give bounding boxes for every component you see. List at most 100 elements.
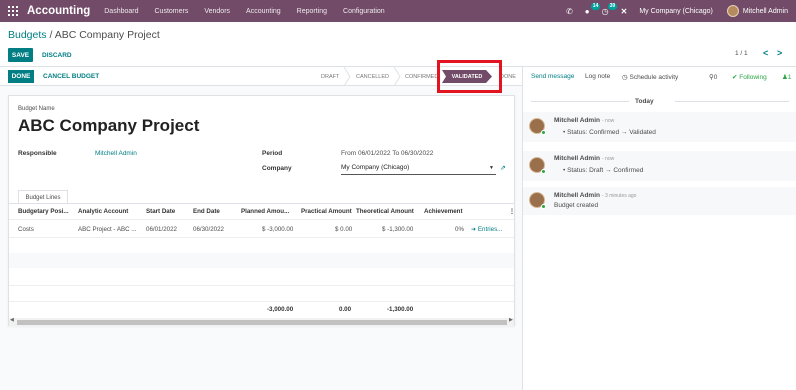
- tab-budget-lines[interactable]: Budget Lines: [18, 190, 68, 204]
- company-switcher[interactable]: My Company (Chicago): [639, 8, 713, 15]
- cell-end-date[interactable]: 06/30/2022: [193, 226, 224, 233]
- following-button[interactable]: ✔ Following: [732, 73, 767, 81]
- followers-count: 1: [787, 74, 792, 81]
- top-navbar: Accounting Dashboard Customers Vendors A…: [0, 0, 796, 22]
- apps-icon[interactable]: [8, 6, 18, 16]
- app-brand[interactable]: Accounting: [27, 5, 90, 17]
- message-item: Mitchell Admin - 3 minutes ago Budget cr…: [523, 187, 796, 215]
- message-item: Mitchell Admin - now • Status: Draft → C…: [523, 151, 796, 181]
- external-link-icon[interactable]: ⇗: [500, 164, 506, 172]
- cell-start-date[interactable]: 06/01/2022: [146, 226, 177, 233]
- col-header-start-date[interactable]: Start Date: [146, 208, 175, 215]
- column-options-icon[interactable]: ⋮: [509, 208, 515, 215]
- col-header-analytic-account[interactable]: Analytic Account: [78, 208, 128, 215]
- schedule-activity-label: Schedule activity: [629, 74, 679, 81]
- budget-name-label: Budget Name: [18, 106, 55, 112]
- online-status-icon: [541, 169, 546, 174]
- discard-button[interactable]: DISCARD: [42, 48, 72, 62]
- message-time: - 3 minutes ago: [602, 193, 637, 199]
- menu-customers[interactable]: Customers: [155, 8, 189, 15]
- control-panel: Budgets / ABC Company Project SAVE DISCA…: [0, 22, 796, 67]
- tab-divider: [9, 203, 514, 204]
- breadcrumb-budgets[interactable]: Budgets: [8, 29, 47, 41]
- breadcrumb: Budgets / ABC Company Project: [8, 29, 160, 41]
- message-author[interactable]: Mitchell Admin: [554, 192, 600, 199]
- user-menu[interactable]: Mitchell Admin: [743, 8, 788, 15]
- check-icon: ✔: [732, 74, 738, 81]
- pager-next-button[interactable]: >: [777, 48, 782, 58]
- message-text: Status: Confirmed → Validated: [567, 129, 656, 136]
- col-header-planned-amount[interactable]: Planned Amou...: [241, 208, 289, 215]
- scroll-right-icon[interactable]: ▶: [509, 317, 513, 323]
- message-item: Mitchell Admin - now • Status: Confirmed…: [523, 112, 796, 142]
- period-field[interactable]: From 06/01/2022 To 06/30/2022: [341, 150, 433, 157]
- log-note-button[interactable]: Log note: [585, 73, 610, 80]
- followers-button[interactable]: ♟1: [782, 73, 791, 81]
- total-planned: -3,000.00: [267, 306, 294, 313]
- total-practical: 0.00: [339, 306, 352, 313]
- cell-budgetary-position[interactable]: Costs: [18, 226, 34, 233]
- company-label: Company: [262, 165, 292, 172]
- budget-name-field[interactable]: ABC Company Project: [18, 116, 199, 136]
- stage-chevron-icon: [343, 67, 351, 86]
- cell-analytic-account[interactable]: ABC Project - ABC ...: [78, 226, 136, 233]
- menu-configuration[interactable]: Configuration: [343, 8, 385, 15]
- stage-done[interactable]: DONE: [500, 67, 516, 86]
- today-divider: [675, 101, 789, 102]
- message-body: • Status: Draft → Confirmed: [563, 167, 644, 174]
- cancel-budget-button[interactable]: CANCEL BUDGET: [43, 70, 99, 83]
- attachments-count: 0: [713, 74, 718, 81]
- message-text: Status: Draft → Confirmed: [567, 167, 644, 174]
- empty-row: [9, 253, 514, 268]
- col-header-achievement[interactable]: Achievement: [424, 208, 463, 215]
- pager-prev-button[interactable]: <: [763, 48, 768, 58]
- col-header-end-date[interactable]: End Date: [193, 208, 220, 215]
- total-theoretical: -1,300.00: [387, 306, 414, 313]
- form-sheet: Budget Name ABC Company Project Responsi…: [8, 95, 515, 326]
- online-status-icon: [541, 130, 546, 135]
- cell-theoretical-amount[interactable]: $ -1,300.00: [382, 226, 413, 233]
- menu-accounting[interactable]: Accounting: [246, 8, 281, 15]
- entries-button[interactable]: ➜ Entries...: [471, 226, 502, 233]
- menu-reporting[interactable]: Reporting: [297, 8, 327, 15]
- message-time: - now: [602, 156, 615, 162]
- tools-icon[interactable]: ✕: [621, 7, 628, 16]
- activity-badge: 39: [607, 2, 618, 10]
- arrow-circle-icon: ➜: [471, 226, 477, 233]
- save-button[interactable]: SAVE: [8, 48, 33, 62]
- menu-vendors[interactable]: Vendors: [204, 8, 230, 15]
- cell-practical-amount[interactable]: $ 0.00: [335, 226, 352, 233]
- responsible-field[interactable]: Mitchell Admin: [95, 150, 137, 157]
- menu-dashboard[interactable]: Dashboard: [104, 8, 138, 15]
- user-avatar[interactable]: [726, 5, 739, 17]
- today-divider: [531, 101, 629, 102]
- message-author[interactable]: Mitchell Admin: [554, 155, 600, 162]
- company-select-value: My Company (Chicago): [341, 164, 410, 171]
- scroll-left-icon[interactable]: ◀: [10, 317, 14, 323]
- stage-confirmed[interactable]: CONFIRMED: [405, 67, 438, 86]
- chat-icon[interactable]: ● 14: [585, 2, 601, 16]
- send-message-button[interactable]: Send message: [531, 73, 574, 80]
- entries-label: Entries...: [477, 226, 503, 233]
- cell-achievement[interactable]: 0%: [455, 226, 464, 233]
- clock-icon: ◷: [622, 74, 628, 81]
- pager-value[interactable]: 1 / 1: [735, 50, 748, 57]
- clock-icon[interactable]: ◷ 39: [602, 2, 618, 16]
- message-author[interactable]: Mitchell Admin: [554, 117, 600, 124]
- responsible-label: Responsible: [18, 150, 57, 157]
- col-header-practical-amount[interactable]: Practical Amount: [301, 208, 352, 215]
- schedule-activity-button[interactable]: ◷ Schedule activity: [622, 73, 678, 81]
- online-status-icon: [541, 204, 546, 209]
- stage-draft[interactable]: DRAFT: [321, 67, 339, 86]
- phone-icon[interactable]: ✆: [566, 7, 573, 16]
- scrollbar-thumb[interactable]: [17, 320, 507, 325]
- company-select[interactable]: My Company (Chicago) ▼: [341, 164, 496, 175]
- col-header-budgetary-position[interactable]: Budgetary Posi...: [18, 208, 69, 215]
- stage-cancelled[interactable]: CANCELLED: [356, 67, 389, 86]
- cell-planned-amount[interactable]: $ -3,000.00: [262, 226, 293, 233]
- col-header-theoretical-amount[interactable]: Theoretical Amount: [356, 208, 414, 215]
- breadcrumb-separator: /: [46, 29, 55, 41]
- done-button[interactable]: DONE: [8, 70, 34, 83]
- attachments-button[interactable]: ⚲0: [709, 73, 717, 81]
- caret-down-icon[interactable]: ▼: [489, 165, 494, 171]
